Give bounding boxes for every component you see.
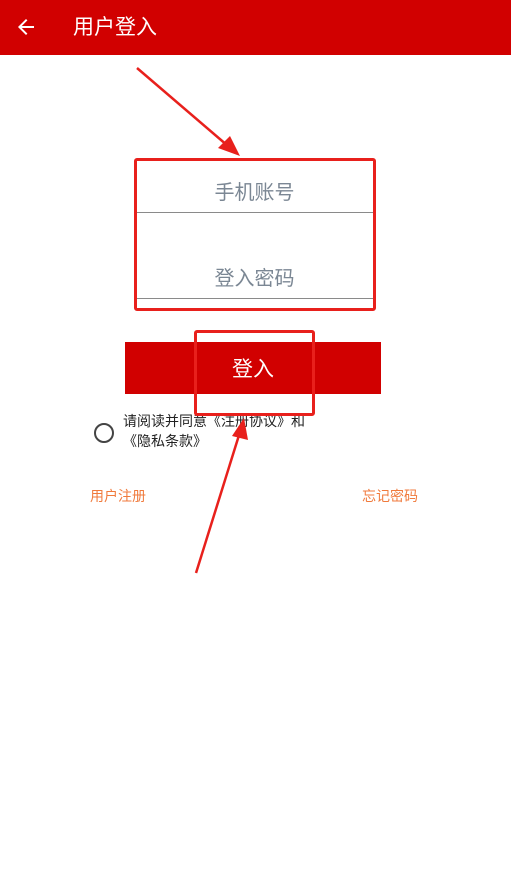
annotation-arrow-bottom	[194, 431, 242, 574]
app-bar: 用户登入	[0, 0, 511, 55]
forgot-password-link[interactable]: 忘记密码	[362, 486, 418, 506]
agreement-prefix: 请阅读并同意	[123, 414, 207, 430]
page-title: 用户登入	[73, 15, 157, 39]
privacy-link[interactable]: 《隐私条款》	[123, 434, 207, 450]
register-link[interactable]: 用户注册	[90, 486, 146, 506]
annotation-arrowhead-top	[218, 136, 240, 156]
login-button[interactable]: 登入	[125, 342, 381, 394]
agreement-text: 请阅读并同意《注册协议》和《隐私条款》	[123, 412, 343, 452]
agreement-connector: 和	[291, 414, 305, 430]
agreement-radio[interactable]	[94, 423, 114, 443]
terms-link[interactable]: 《注册协议》	[207, 414, 291, 430]
back-button[interactable]	[12, 13, 40, 41]
arrow-left-icon	[18, 19, 34, 35]
annotation-arrow-top	[136, 67, 229, 147]
password-input[interactable]	[136, 258, 373, 299]
phone-account-input[interactable]	[136, 172, 373, 213]
